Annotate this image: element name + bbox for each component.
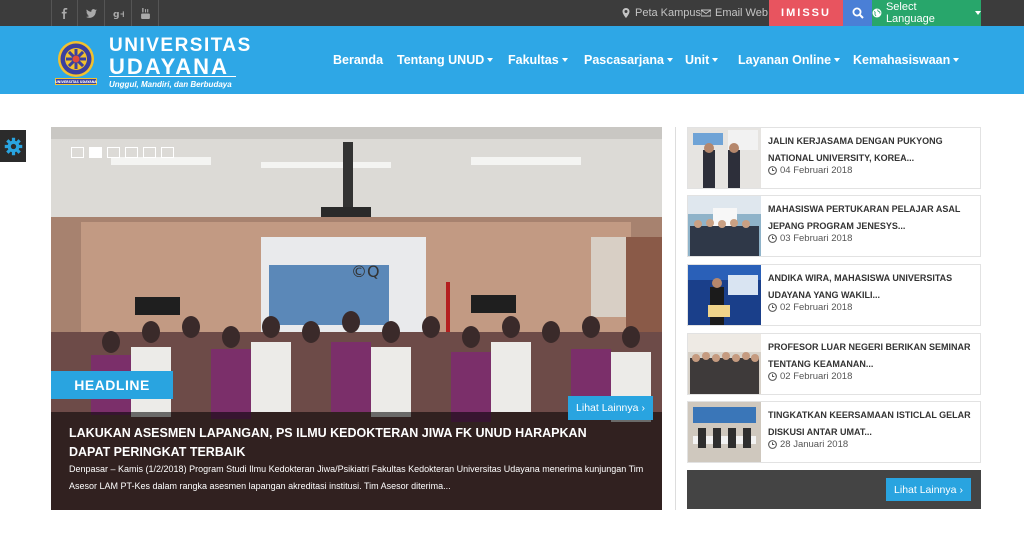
peta-kampus-link[interactable]: Peta Kampus <box>621 0 701 26</box>
screen-text: ©Q <box>351 262 380 281</box>
peta-kampus-label: Peta Kampus <box>635 7 702 19</box>
tagline: Unggul, Mandiri, dan Berbudaya <box>109 80 232 89</box>
news-date: 02 Februari 2018 <box>768 302 852 313</box>
slider-more-label: Lihat Lainnya <box>576 402 639 414</box>
nav-layanan-online-label: Layanan Online <box>738 53 832 67</box>
facebook-icon[interactable] <box>51 0 78 26</box>
nav-kemahasiswaan[interactable]: Kemahasiswaan <box>853 26 960 94</box>
youtube-icon[interactable] <box>132 0 159 26</box>
nav-pascasarjana[interactable]: Pascasarjana <box>584 26 673 94</box>
headline-slider[interactable]: ©Q HEADLINE Lihat Lainnya › LAKUKAN ASES… <box>51 127 662 510</box>
nav-layanan-online[interactable]: Layanan Online <box>738 26 841 94</box>
news-title[interactable]: JALIN KERJASAMA DENGAN PUKYONG NATIONAL … <box>768 133 973 167</box>
news-date: 28 Januari 2018 <box>768 439 848 450</box>
chevron-right-icon: › <box>641 402 645 414</box>
chevron-down-icon <box>712 58 719 62</box>
slider-dot[interactable] <box>161 147 174 158</box>
language-select[interactable]: Select Language <box>872 0 981 26</box>
news-title[interactable]: TINGKATKAN KEERSAMAAN ISTICLAL GELAR DIS… <box>768 407 973 441</box>
clock-icon <box>768 303 777 312</box>
column-divider <box>675 127 676 510</box>
envelope-icon <box>701 9 711 17</box>
top-bar: g+ Peta Kampus Email Web IMISSU Select L… <box>0 0 1024 26</box>
nav-tentang-unud-label: Tentang UNUD <box>397 53 485 67</box>
chevron-down-icon <box>666 58 673 62</box>
clock-icon <box>768 372 777 381</box>
slider-dot[interactable] <box>71 147 84 158</box>
clock-icon <box>768 166 777 175</box>
map-marker-icon <box>622 8 630 18</box>
imissu-button[interactable]: IMISSU <box>769 0 843 26</box>
slider-more-button[interactable]: Lihat Lainnya › <box>568 396 653 420</box>
nav-tentang-unud[interactable]: Tentang UNUD <box>397 26 494 94</box>
news-title[interactable]: ANDIKA WIRA, MAHASISWA UNIVERSITAS UDAYA… <box>768 270 973 304</box>
news-item[interactable]: MAHASISWA PERTUKARAN PELAJAR ASAL JEPANG… <box>687 195 981 257</box>
google-plus-icon[interactable]: g+ <box>105 0 132 26</box>
news-thumbnail <box>688 196 761 256</box>
email-web-link[interactable]: Email Web <box>701 0 768 26</box>
chevron-down-icon <box>561 58 568 62</box>
nav-beranda[interactable]: Beranda <box>333 26 383 94</box>
nav-unit[interactable]: Unit <box>685 26 719 94</box>
headline-title[interactable]: LAKUKAN ASESMEN LAPANGAN, PS ILMU KEDOKT… <box>69 424 629 462</box>
news-item[interactable]: PROFESOR LUAR NEGERI BERIKAN SEMINAR TEN… <box>687 333 981 395</box>
logo-text: UNIVERSITAS UDAYANA <box>55 80 97 84</box>
globe-icon <box>872 8 882 18</box>
nav-fakultas[interactable]: Fakultas <box>508 26 568 94</box>
language-label: Select Language <box>885 1 935 25</box>
settings-toggle[interactable] <box>0 130 26 162</box>
news-title[interactable]: PROFESOR LUAR NEGERI BERIKAN SEMINAR TEN… <box>768 339 973 373</box>
news-thumbnail <box>688 128 761 188</box>
chevron-down-icon <box>975 11 981 15</box>
slider-dot[interactable] <box>107 147 120 158</box>
news-item[interactable]: ANDIKA WIRA, MAHASISWA UNIVERSITAS UDAYA… <box>687 264 981 326</box>
gear-icon <box>4 137 22 155</box>
twitter-icon[interactable] <box>78 0 105 26</box>
news-date: 02 Februari 2018 <box>768 371 852 382</box>
brand-divider <box>109 76 236 77</box>
headline-tag: HEADLINE <box>51 371 173 399</box>
news-title[interactable]: MAHASISWA PERTUKARAN PELAJAR ASAL JEPANG… <box>768 201 973 235</box>
slider-dot[interactable] <box>125 147 138 158</box>
clock-icon <box>768 234 777 243</box>
search-button[interactable] <box>843 0 872 26</box>
news-date-label: 04 Februari 2018 <box>780 165 853 176</box>
nav-kemahasiswaan-label: Kemahasiswaan <box>853 53 951 67</box>
chevron-down-icon <box>953 58 960 62</box>
search-icon <box>852 7 864 19</box>
email-web-label: Email Web <box>715 7 768 19</box>
chevron-down-icon <box>487 58 494 62</box>
news-date-label: 02 Februari 2018 <box>780 302 853 313</box>
news-item[interactable]: JALIN KERJASAMA DENGAN PUKYONG NATIONAL … <box>687 127 981 189</box>
news-thumbnail <box>688 402 761 462</box>
university-logo[interactable]: UNIVERSITAS UDAYANA <box>52 38 100 86</box>
news-more-panel: Lihat Lainnya › <box>687 470 981 509</box>
news-date: 04 Februari 2018 <box>768 165 852 176</box>
slider-pagination <box>71 147 174 158</box>
clock-icon <box>768 440 777 449</box>
slider-dot[interactable] <box>143 147 156 158</box>
nav-pascasarjana-label: Pascasarjana <box>584 53 664 67</box>
slider-dot-active[interactable] <box>89 147 102 158</box>
svg-text:g+: g+ <box>113 9 124 19</box>
nav-unit-label: Unit <box>685 53 710 67</box>
nav-beranda-label: Beranda <box>333 53 384 67</box>
news-date-label: 28 Januari 2018 <box>780 439 849 450</box>
headline-excerpt: Denpasar – Kamis (1/2/2018) Program Stud… <box>69 464 644 491</box>
nav-fakultas-label: Fakultas <box>508 53 559 67</box>
news-date-label: 02 Februari 2018 <box>780 371 853 382</box>
news-thumbnail <box>688 265 761 325</box>
chevron-down-icon <box>834 58 841 62</box>
news-item[interactable]: TINGKATKAN KEERSAMAAN ISTICLAL GELAR DIS… <box>687 401 981 463</box>
news-thumbnail <box>688 334 761 394</box>
news-date-label: 03 Februari 2018 <box>780 233 853 244</box>
chevron-right-icon: › <box>959 483 963 496</box>
news-more-button[interactable]: Lihat Lainnya › <box>886 478 971 501</box>
site-header: UNIVERSITAS UDAYANA UNIVERSITAS UDAYANA … <box>0 26 1024 94</box>
news-date: 03 Februari 2018 <box>768 233 852 244</box>
news-more-label: Lihat Lainnya <box>894 483 957 496</box>
